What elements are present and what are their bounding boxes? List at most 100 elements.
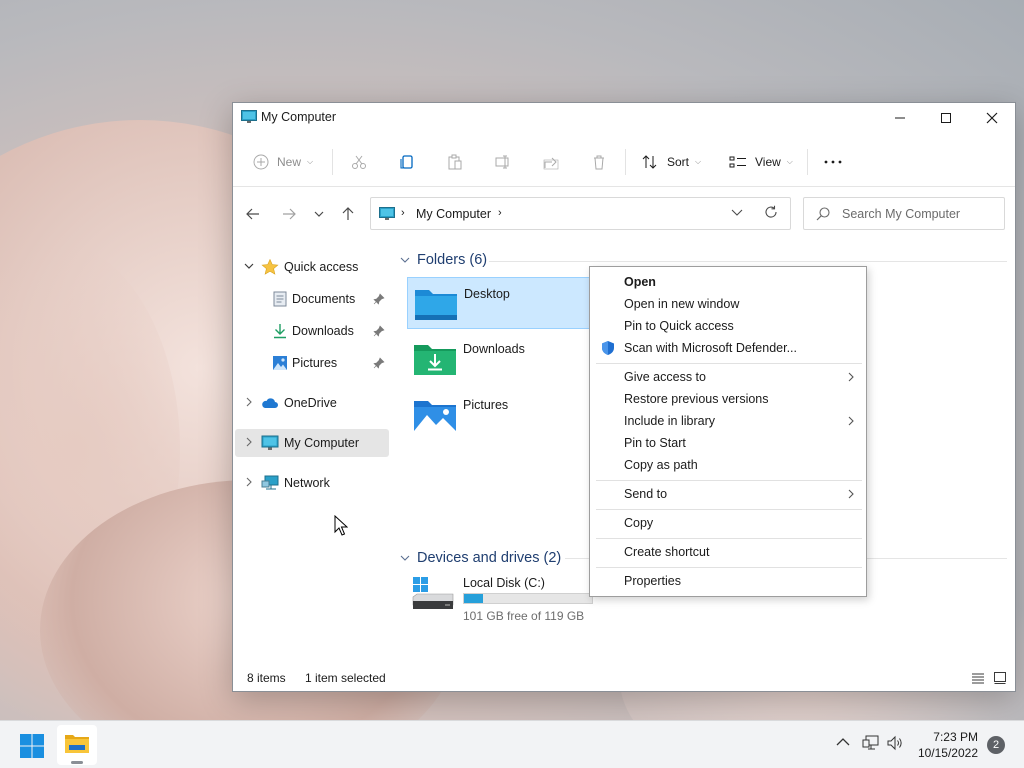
folder-item-desktop[interactable]: Desktop — [407, 277, 593, 329]
menu-item-label: Create shortcut — [624, 545, 710, 559]
sort-button[interactable]: Sort ⌵ — [641, 149, 701, 175]
paste-icon — [448, 154, 462, 170]
taskbar-file-explorer-button[interactable] — [57, 725, 97, 765]
chevron-right-icon[interactable] — [243, 396, 255, 408]
minimize-button[interactable] — [877, 103, 923, 133]
desktop-folder-icon — [415, 290, 457, 320]
sidebar-item-label: OneDrive — [284, 396, 337, 410]
sidebar-item-pictures[interactable]: Pictures — [235, 349, 389, 377]
picture-icon — [273, 356, 287, 370]
menu-item-pin-quick-access[interactable]: Pin to Quick access — [592, 315, 864, 337]
show-hidden-icons-button[interactable] — [836, 735, 850, 752]
cloud-icon — [262, 398, 278, 408]
new-button[interactable]: New ⌵ — [253, 149, 313, 175]
new-label: New — [277, 155, 302, 169]
search-box[interactable] — [803, 197, 1005, 230]
rename-icon — [495, 155, 509, 169]
folder-item-downloads[interactable]: Downloads — [407, 333, 593, 385]
defender-shield-icon — [602, 341, 614, 355]
devices-group-header[interactable]: Devices and drives (2) — [399, 547, 561, 569]
menu-item-open-new-window[interactable]: Open in new window — [592, 293, 864, 315]
menu-item-open[interactable]: Open — [592, 271, 864, 293]
menu-item-properties[interactable]: Properties — [592, 570, 864, 592]
recent-locations-button[interactable] — [307, 202, 331, 226]
menu-item-create-shortcut[interactable]: Create shortcut — [592, 541, 864, 563]
menu-item-restore-versions[interactable]: Restore previous versions — [592, 388, 864, 410]
title-bar[interactable]: My Computer — [233, 103, 1015, 133]
maximize-button[interactable] — [923, 103, 969, 133]
chevron-right-icon[interactable] — [243, 436, 255, 448]
menu-item-give-access[interactable]: Give access to — [592, 366, 864, 388]
rename-button[interactable] — [495, 149, 511, 175]
refresh-button[interactable] — [764, 205, 778, 222]
sidebar-item-network[interactable]: Network — [235, 469, 389, 497]
delete-button[interactable] — [591, 149, 607, 175]
menu-item-pin-start[interactable]: Pin to Start — [592, 432, 864, 454]
chevron-down-icon[interactable] — [243, 260, 255, 272]
status-bar: 8 items 1 item selected — [233, 667, 1015, 691]
drive-usage-bar — [463, 593, 593, 604]
toolbar-divider — [807, 149, 808, 175]
menu-item-scan-defender[interactable]: Scan with Microsoft Defender... — [592, 337, 864, 359]
menu-item-label: Pin to Start — [624, 436, 686, 450]
download-icon — [274, 324, 286, 339]
pin-icon[interactable] — [373, 293, 385, 305]
sidebar-item-documents[interactable]: Documents — [235, 285, 389, 313]
menu-item-copy[interactable]: Copy — [592, 512, 864, 534]
drive-name: Local Disk (C:) — [463, 576, 545, 590]
active-app-indicator — [71, 761, 83, 764]
close-button[interactable] — [969, 103, 1015, 133]
folders-group-title: Folders (6) — [417, 252, 488, 268]
chevron-right-icon — [848, 372, 854, 382]
volume-tray-button[interactable] — [886, 735, 904, 754]
windows-drive-icon — [412, 577, 454, 609]
copy-button[interactable] — [399, 149, 415, 175]
menu-item-copy-as-path[interactable]: Copy as path — [592, 454, 864, 476]
chevron-right-icon[interactable] — [243, 476, 255, 488]
drive-item-c[interactable]: Local Disk (C:) 101 GB free of 119 GB — [407, 573, 593, 625]
details-view-button[interactable] — [971, 671, 985, 688]
chevron-down-icon: ⌵ — [695, 157, 702, 166]
tiles-view-icon — [994, 672, 1006, 684]
sidebar-item-downloads[interactable]: Downloads — [235, 317, 389, 345]
sidebar-item-quick-access[interactable]: Quick access — [235, 253, 389, 281]
menu-item-send-to[interactable]: Send to — [592, 483, 864, 505]
up-button[interactable] — [336, 202, 360, 226]
menu-item-include-library[interactable]: Include in library — [592, 410, 864, 432]
folders-group-header[interactable]: Folders (6) — [399, 249, 487, 271]
paste-button[interactable] — [447, 149, 463, 175]
pin-icon[interactable] — [373, 325, 385, 337]
search-input[interactable] — [842, 204, 992, 224]
sidebar-item-onedrive[interactable]: OneDrive — [235, 389, 389, 417]
taskbar-clock[interactable]: 7:23 PM 10/15/2022 — [912, 729, 978, 761]
menu-separator — [596, 567, 862, 568]
chevron-right-icon[interactable]: › — [401, 207, 405, 219]
network-tray-button[interactable] — [862, 735, 880, 754]
windows-start-icon[interactable] — [20, 734, 44, 758]
menu-item-label: Properties — [624, 574, 681, 588]
view-button[interactable]: View ⌵ — [729, 149, 793, 175]
pin-icon[interactable] — [373, 357, 385, 369]
share-button[interactable] — [543, 149, 559, 175]
menu-item-label: Open — [624, 275, 656, 289]
folder-item-pictures[interactable]: Pictures — [407, 389, 593, 441]
more-options-button[interactable] — [823, 149, 843, 175]
back-button[interactable] — [241, 202, 265, 226]
breadcrumb[interactable]: My Computer — [416, 207, 491, 221]
tiles-view-button[interactable] — [993, 671, 1007, 688]
star-icon — [261, 259, 279, 275]
more-icon — [824, 160, 842, 164]
cut-button[interactable] — [351, 149, 367, 175]
sort-label: Sort — [667, 155, 690, 169]
chevron-down-icon — [731, 209, 743, 216]
drive-usage-fill — [464, 594, 484, 603]
address-bar[interactable]: › My Computer › — [370, 197, 791, 230]
forward-button[interactable] — [277, 202, 301, 226]
menu-item-label: Send to — [624, 487, 668, 501]
chevron-right-icon[interactable]: › — [498, 207, 502, 219]
notification-badge[interactable]: 2 — [987, 736, 1005, 754]
chevron-down-icon: ⌵ — [786, 157, 793, 166]
sidebar-item-my-computer[interactable]: My Computer — [235, 429, 389, 457]
scissors-icon — [352, 155, 366, 169]
address-history-button[interactable] — [731, 206, 743, 221]
